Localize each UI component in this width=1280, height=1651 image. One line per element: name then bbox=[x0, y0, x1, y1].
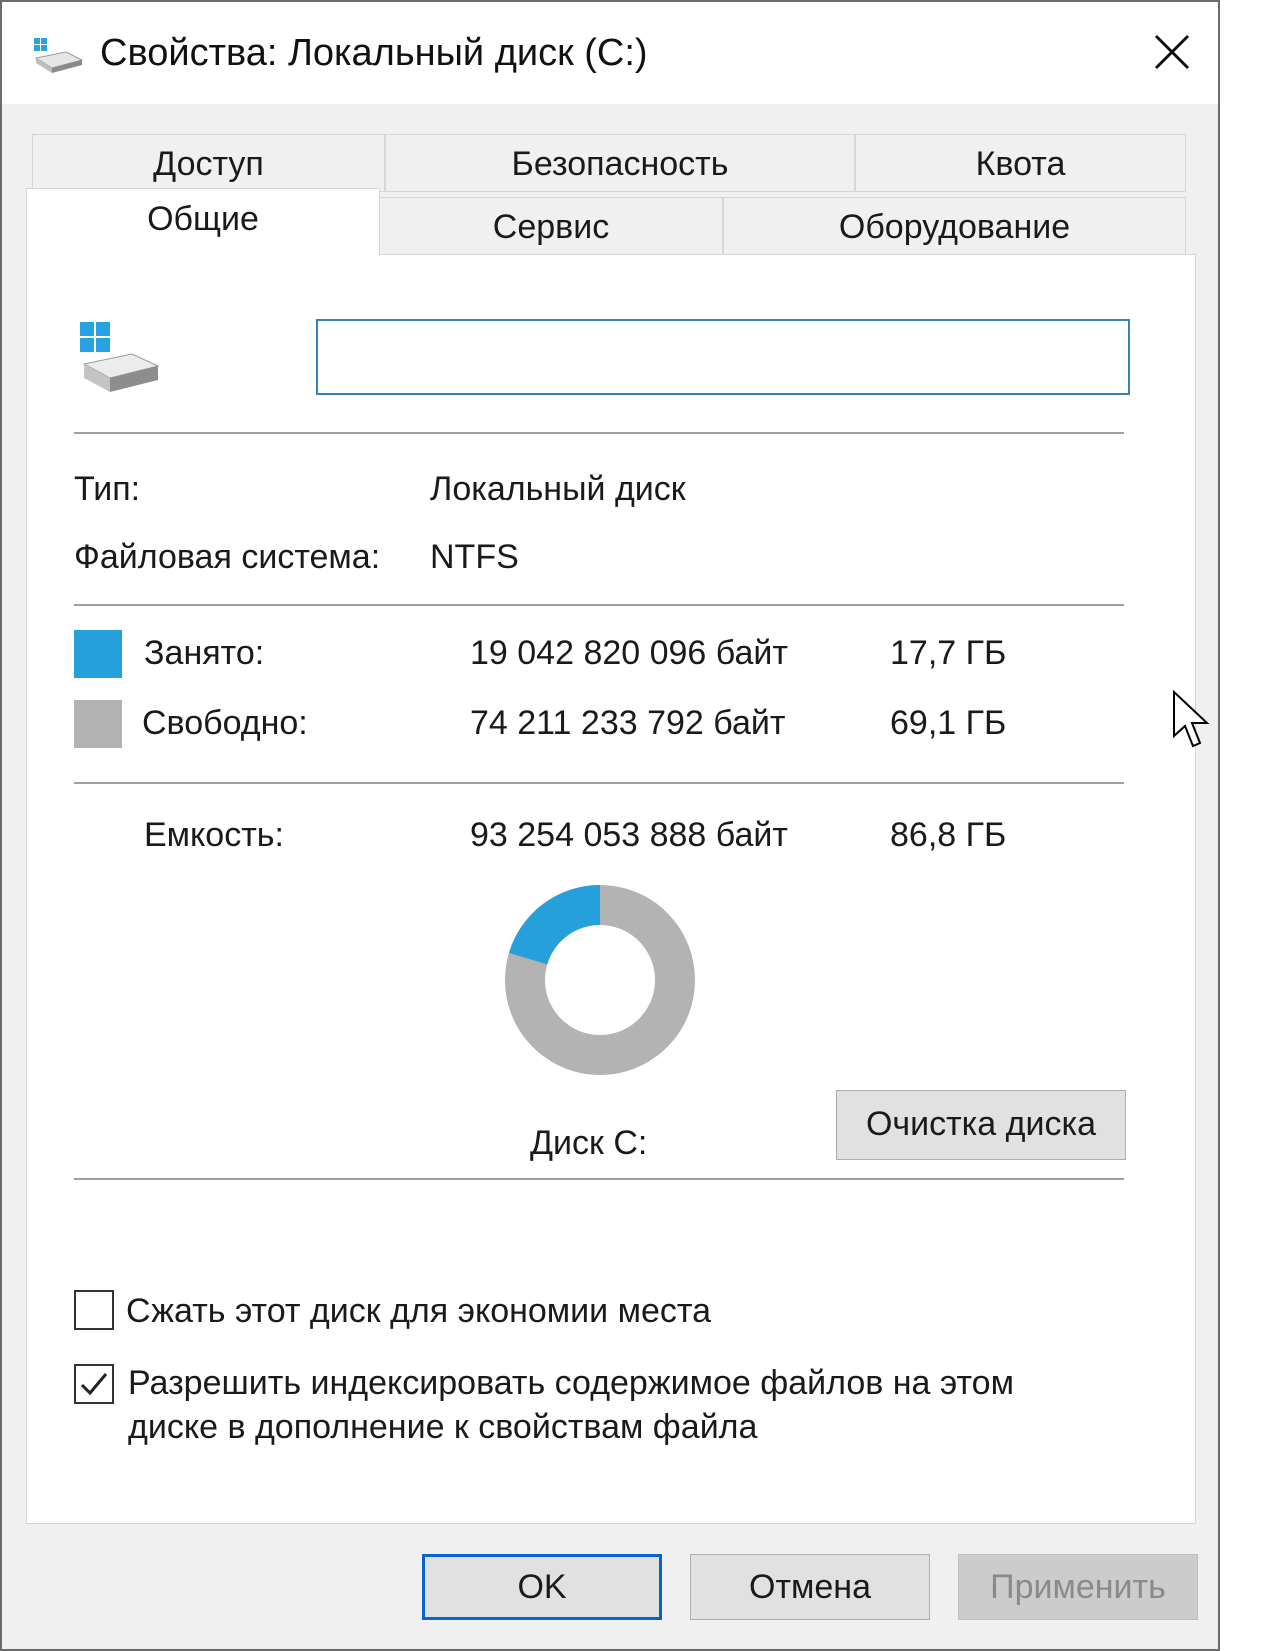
compress-checkbox[interactable] bbox=[74, 1290, 114, 1330]
tab-hardware[interactable]: Оборудование bbox=[723, 197, 1186, 255]
type-label: Тип: bbox=[74, 470, 141, 508]
properties-dialog: Свойства: Локальный диск (C:) Доступ Без… bbox=[0, 0, 1220, 1651]
disk-usage-donut bbox=[505, 885, 695, 1075]
disk-cleanup-button[interactable]: Очистка диска bbox=[836, 1090, 1126, 1160]
ok-button[interactable]: OK bbox=[422, 1554, 662, 1620]
drive-icon bbox=[32, 38, 84, 74]
free-gb: 69,1 ГБ bbox=[890, 704, 1007, 742]
title-bar: Свойства: Локальный диск (C:) bbox=[2, 2, 1218, 104]
compress-label: Сжать этот диск для экономии места bbox=[126, 1292, 711, 1330]
index-label-line2: диске в дополнение к свойствам файла bbox=[128, 1408, 758, 1446]
drive-name-input[interactable] bbox=[316, 319, 1130, 395]
separator bbox=[74, 782, 1124, 784]
disk-label: Диск C: bbox=[530, 1124, 648, 1162]
free-color-swatch bbox=[74, 700, 122, 748]
used-label: Занято: bbox=[144, 634, 265, 672]
index-checkbox[interactable] bbox=[74, 1364, 114, 1404]
filesystem-value: NTFS bbox=[430, 538, 519, 576]
capacity-bytes: 93 254 053 888 байт bbox=[470, 816, 788, 854]
separator bbox=[74, 432, 1124, 434]
tab-access[interactable]: Доступ bbox=[32, 134, 385, 192]
separator bbox=[74, 1178, 1124, 1180]
filesystem-label: Файловая система: bbox=[74, 538, 381, 576]
close-button[interactable] bbox=[1142, 22, 1202, 82]
tab-quota[interactable]: Квота bbox=[855, 134, 1186, 192]
checkmark-icon bbox=[80, 1373, 108, 1396]
free-label: Свободно: bbox=[142, 704, 308, 742]
capacity-gb: 86,8 ГБ bbox=[890, 816, 1007, 854]
type-value: Локальный диск bbox=[430, 470, 686, 508]
apply-button[interactable]: Применить bbox=[958, 1554, 1198, 1620]
free-bytes: 74 211 233 792 байт bbox=[470, 704, 786, 742]
cancel-button[interactable]: Отмена bbox=[690, 1554, 930, 1620]
mouse-cursor-icon bbox=[1172, 689, 1212, 750]
separator bbox=[74, 604, 1124, 606]
used-gb: 17,7 ГБ bbox=[890, 634, 1007, 672]
used-bytes: 19 042 820 096 байт bbox=[470, 634, 788, 672]
tab-security[interactable]: Безопасность bbox=[385, 134, 855, 192]
capacity-label: Емкость: bbox=[144, 816, 284, 854]
windows-drive-icon bbox=[80, 322, 160, 398]
close-icon bbox=[1154, 34, 1190, 70]
used-color-swatch bbox=[74, 630, 122, 678]
index-label-line1: Разрешить индексировать содержимое файло… bbox=[128, 1364, 1014, 1402]
tab-general[interactable]: Общие bbox=[26, 188, 380, 256]
tab-service[interactable]: Сервис bbox=[379, 197, 723, 255]
window-title: Свойства: Локальный диск (C:) bbox=[100, 32, 648, 74]
